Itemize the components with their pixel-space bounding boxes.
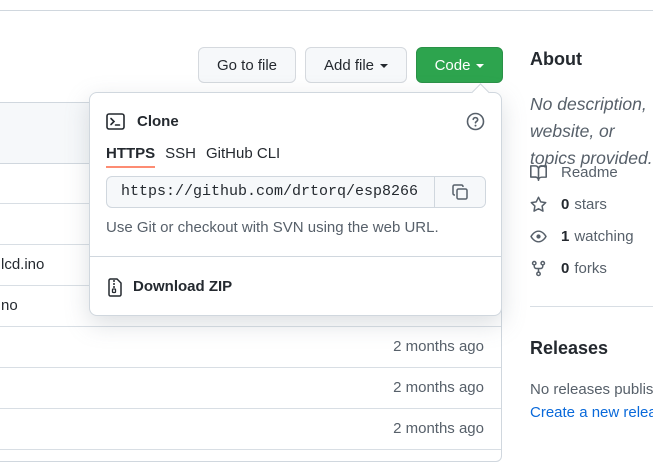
- clone-tabs: HTTPS SSH GitHub CLI: [106, 145, 290, 168]
- stars-link[interactable]: 0 stars: [530, 196, 607, 213]
- forks-count: 0: [561, 260, 570, 277]
- go-to-file-button[interactable]: Go to file: [198, 47, 296, 83]
- forks-label: forks: [574, 260, 607, 277]
- file-name[interactable]: no: [1, 297, 18, 314]
- star-icon: [530, 196, 547, 212]
- copy-icon: [452, 184, 468, 200]
- caret-down-icon: [380, 64, 389, 68]
- eye-icon: [530, 230, 547, 243]
- stars-label: stars: [574, 196, 607, 213]
- sidebar-divider: [530, 306, 653, 307]
- about-description: No description, website, or topics provi…: [530, 94, 653, 168]
- code-button[interactable]: Code: [416, 47, 503, 83]
- releases-title[interactable]: Releases: [530, 338, 608, 359]
- clone-hint: Use Git or checkout with SVN using the w…: [106, 219, 439, 236]
- stars-count: 0: [561, 196, 570, 213]
- question-icon[interactable]: [466, 112, 485, 131]
- clone-url-text[interactable]: https://github.com/drtorq/esp8266: [121, 183, 421, 200]
- file-time: 2 months ago: [393, 379, 484, 396]
- readme-link[interactable]: Readme: [530, 164, 618, 181]
- tab-ssh[interactable]: SSH: [165, 145, 196, 168]
- terminal-icon: [106, 113, 125, 130]
- readme-label: Readme: [561, 164, 618, 181]
- add-file-label: Add file: [323, 56, 375, 74]
- go-to-file-label: Go to file: [216, 56, 278, 74]
- file-time: 2 months ago: [393, 420, 484, 437]
- caret-down-icon: [476, 64, 485, 68]
- clone-title: Clone: [137, 113, 179, 130]
- file-name[interactable]: lcd.ino: [1, 256, 44, 273]
- dropdown-caret: [471, 83, 490, 102]
- file-zip-icon: [108, 278, 122, 297]
- about-title: About: [530, 49, 582, 69]
- file-time: 2 months ago: [393, 338, 484, 355]
- forks-link[interactable]: 0 forks: [530, 260, 607, 277]
- clone-url-field[interactable]: https://github.com/drtorq/esp8266: [106, 176, 486, 208]
- tab-https[interactable]: HTTPS: [106, 145, 156, 168]
- code-label: Code: [434, 56, 471, 74]
- fork-icon: [531, 260, 546, 277]
- tab-github-cli[interactable]: GitHub CLI: [206, 145, 280, 168]
- no-releases-text: No releases published: [530, 381, 653, 398]
- download-zip-button[interactable]: Download ZIP: [133, 278, 232, 295]
- watching-label: watching: [574, 228, 634, 245]
- create-release-link[interactable]: Create a new release: [530, 404, 653, 421]
- add-file-button[interactable]: Add file: [305, 47, 407, 83]
- book-icon: [530, 165, 547, 181]
- table-row[interactable]: 2 months ago: [0, 327, 501, 368]
- dropdown-divider: [90, 256, 501, 257]
- clone-dropdown: Clone HTTPS SSH GitHub CLI https://githu…: [89, 83, 502, 316]
- watching-link[interactable]: 1 watching: [530, 228, 634, 245]
- table-row[interactable]: 2 months ago: [0, 368, 501, 409]
- watching-count: 1: [561, 228, 570, 245]
- copy-url-button[interactable]: [434, 177, 485, 207]
- header-divider: [0, 0, 653, 11]
